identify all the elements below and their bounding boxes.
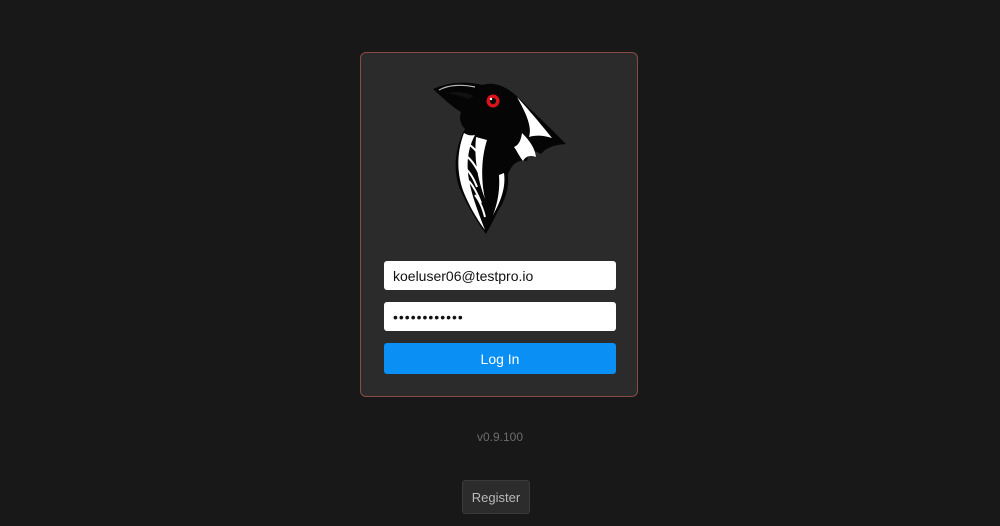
- register-button[interactable]: Register: [462, 480, 530, 514]
- login-button[interactable]: Log In: [384, 343, 616, 374]
- version-label: v0.9.100: [476, 430, 524, 444]
- raven-logo-icon: [433, 82, 566, 235]
- login-screen: Log In v0.9.100 Register: [0, 0, 1000, 526]
- password-field[interactable]: [384, 302, 616, 331]
- email-field[interactable]: [384, 261, 616, 290]
- login-card: Log In: [360, 52, 638, 397]
